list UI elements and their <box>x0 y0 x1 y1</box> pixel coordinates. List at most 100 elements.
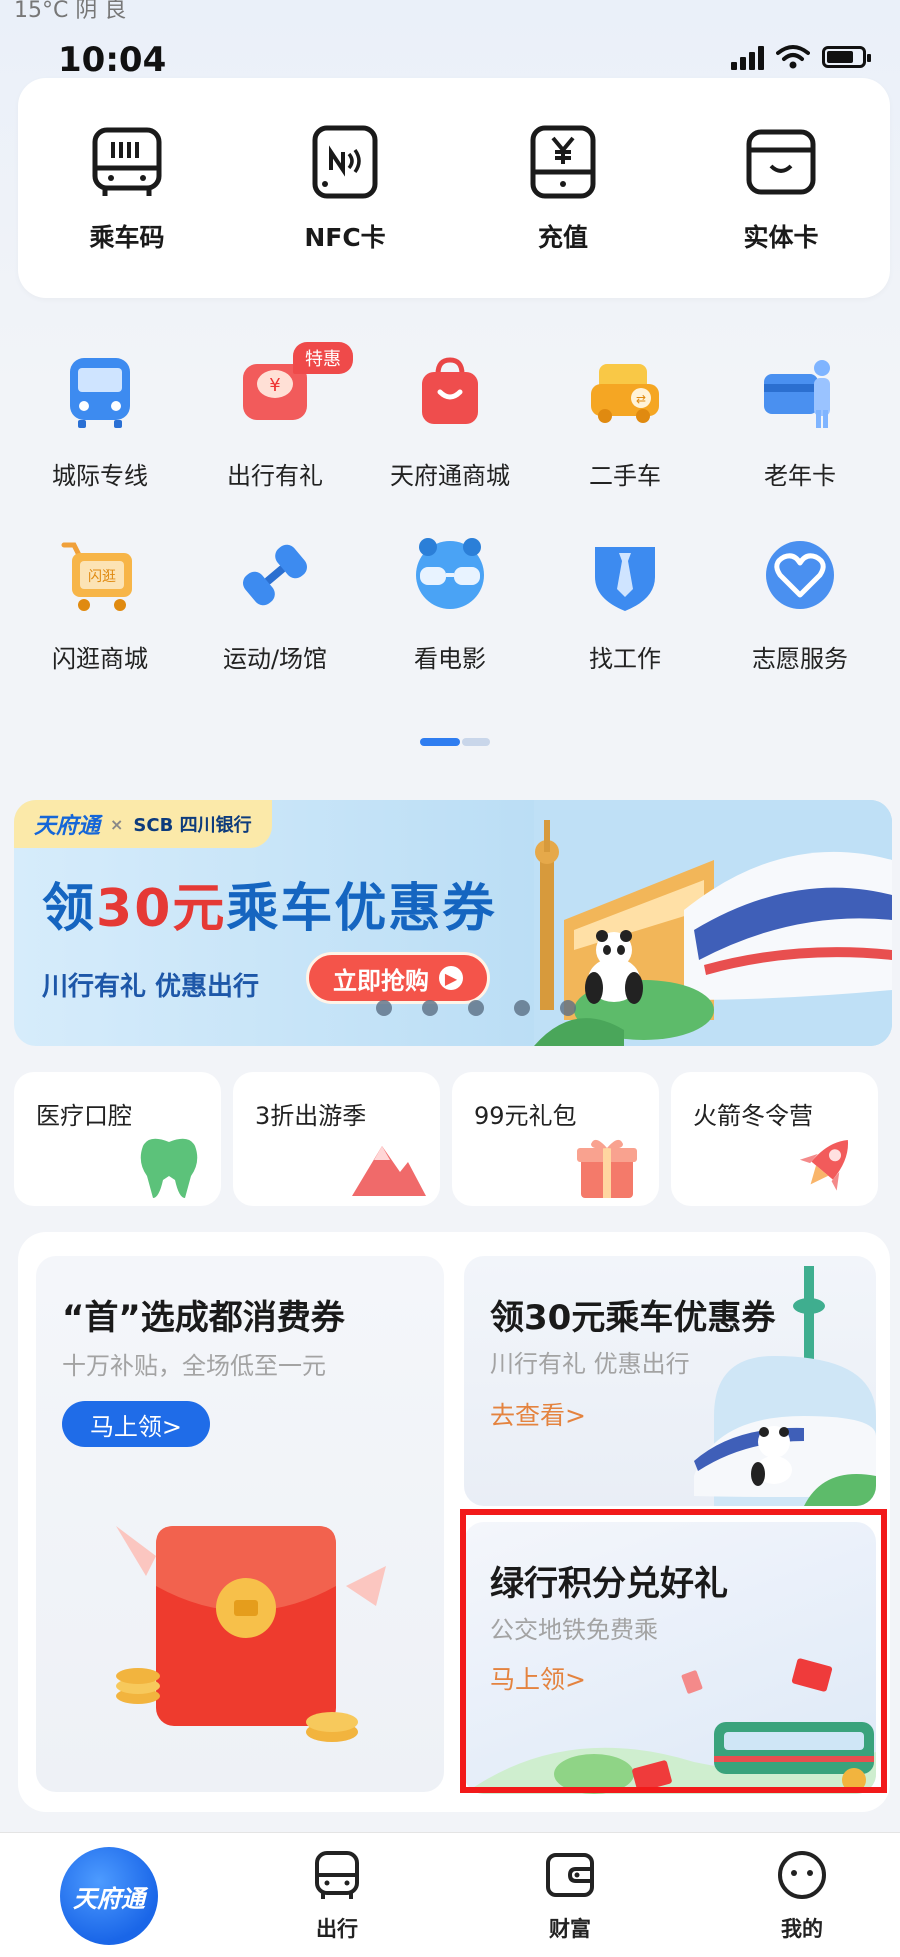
svg-text:⇄: ⇄ <box>636 392 646 406</box>
carousel-dot[interactable] <box>514 1000 530 1016</box>
claim-now-button[interactable]: 马上领> <box>62 1401 210 1447</box>
service-label: 二手车 <box>589 462 661 490</box>
dumbbell-icon <box>243 544 307 606</box>
service-label: 天府通商城 <box>390 462 510 490</box>
services-row: 闪逛 闪逛商城 运动/场馆 看电影 找工作 志愿服务 <box>0 533 900 674</box>
services-row: 城际专线 ¥ 特惠 出行有礼 天府通商城 ⇄ 二手车 老年卡 <box>0 342 900 491</box>
yuan-recharge-icon <box>530 125 596 199</box>
clock: 10:04 <box>58 40 167 80</box>
promo-title: “首”选成都消费券 <box>62 1298 345 1338</box>
category-gift-package[interactable]: 99元礼包 <box>452 1072 659 1206</box>
carousel-dot[interactable] <box>468 1000 484 1016</box>
service-label: 闪逛商城 <box>52 645 148 673</box>
subway-train-illustration <box>464 1658 876 1794</box>
service-label: 志愿服务 <box>752 645 848 673</box>
carousel-dot[interactable] <box>376 1000 392 1016</box>
promo-card-ride-coupon[interactable]: 领30元乘车优惠券 川行有礼 优惠出行 去查看> <box>464 1256 876 1506</box>
promo-title: 绿行积分兑好礼 <box>490 1564 728 1604</box>
banner-cobrand-tag: 天府通 × SCB 四川银行 <box>14 800 272 848</box>
service-tianfu-mall[interactable]: 天府通商城 <box>364 350 536 491</box>
signal-icon <box>731 44 764 70</box>
quick-actions-card: 乘车码 NFC卡 充值 实体卡 <box>18 78 890 298</box>
smiley-face-icon <box>778 1851 826 1899</box>
promo-card-green-points[interactable]: 绿行积分兑好礼 公交地铁免费乘 马上领> <box>464 1522 876 1794</box>
action-physical-card[interactable]: 实体卡 <box>691 122 871 254</box>
train-panda-illustration <box>534 800 892 1046</box>
promo-subtitle: 公交地铁免费乘 <box>490 1616 658 1644</box>
tab-travel[interactable]: 出行 <box>277 1847 397 1943</box>
grid-page-indicator <box>420 738 490 746</box>
service-senior-card[interactable]: 老年卡 <box>714 350 886 491</box>
page-dot-active <box>420 738 460 746</box>
wifi-icon <box>776 45 810 69</box>
page-dot <box>462 738 490 746</box>
tab-label: 财富 <box>549 1917 591 1941</box>
gift-box-icon <box>577 1139 637 1198</box>
promo-panel: “首”选成都消费券 十万补贴，全场低至一元 马上领> 领30元乘车优惠券 川行有… <box>18 1232 890 1812</box>
category-label: 3折出游季 <box>255 1102 367 1130</box>
category-label: 火箭冬令营 <box>693 1102 813 1130</box>
category-dental[interactable]: 医疗口腔 <box>14 1072 221 1206</box>
category-rocket-camp[interactable]: 火箭冬令营 <box>671 1072 878 1206</box>
heart-hand-icon <box>766 541 834 609</box>
cobrand-times: × <box>110 814 124 834</box>
title-suffix: 乘车优惠券 <box>226 879 497 939</box>
button-label: 立即抢购 <box>333 966 429 995</box>
action-ride-code[interactable]: 乘车码 <box>37 122 217 254</box>
services-grid: 城际专线 ¥ 特惠 出行有礼 天府通商城 ⇄ 二手车 老年卡 闪逛 闪逛商城 运… <box>0 342 900 716</box>
promo-card-consumer-voucher[interactable]: “首”选成都消费券 十万补贴，全场低至一元 马上领> <box>36 1256 444 1792</box>
wallet-card-icon <box>746 129 816 195</box>
category-label: 99元礼包 <box>474 1102 577 1130</box>
bus-qr-icon <box>92 127 162 196</box>
svg-text:闪逛: 闪逛 <box>88 569 116 585</box>
category-travel-discount[interactable]: 3折出游季 <box>233 1072 440 1206</box>
service-label: 城际专线 <box>52 462 148 490</box>
service-find-job[interactable]: 找工作 <box>539 533 711 674</box>
banner-title: 领30元乘车优惠券 <box>42 866 496 941</box>
service-movies[interactable]: 看电影 <box>364 533 536 674</box>
action-nfc-card[interactable]: NFC卡 <box>255 122 435 254</box>
view-link[interactable]: 去查看> <box>490 1396 586 1432</box>
rocket-icon <box>799 1139 848 1191</box>
grab-now-button[interactable]: 立即抢购 ▶ <box>306 952 490 1004</box>
svg-text:¥: ¥ <box>269 375 280 396</box>
service-label: 出行有礼 <box>227 462 323 490</box>
tooth-icon <box>140 1138 198 1198</box>
senior-card-icon <box>764 360 830 428</box>
service-travel-gift[interactable]: ¥ 特惠 出行有礼 <box>189 342 361 491</box>
category-label: 医疗口腔 <box>36 1102 132 1130</box>
service-intercity[interactable]: 城际专线 <box>14 350 186 491</box>
service-label: 运动/场馆 <box>222 645 328 673</box>
service-label: 看电影 <box>414 645 486 673</box>
action-label: 实体卡 <box>743 223 819 252</box>
promo-banner[interactable]: 天府通 × SCB 四川银行 领30元乘车优惠券 川行有礼 优惠出行 立即抢购 … <box>14 800 892 1046</box>
service-flash-mall[interactable]: 闪逛 闪逛商城 <box>14 533 186 674</box>
3d-glasses-icon <box>416 538 484 609</box>
status-icons <box>731 44 871 70</box>
action-label: NFC卡 <box>304 223 386 252</box>
tab-mine[interactable]: 我的 <box>742 1847 862 1943</box>
shopping-bag-icon <box>422 357 478 424</box>
tab-home[interactable]: 天府通 <box>60 1847 158 1945</box>
special-offer-badge: 特惠 <box>293 342 353 374</box>
action-label: 充值 <box>537 223 588 252</box>
bottom-tab-bar: 天府通 出行 财富 我的 <box>0 1832 900 1957</box>
service-sports-venue[interactable]: 运动/场馆 <box>189 533 361 674</box>
partner-bank-logo: SCB 四川银行 <box>133 815 252 836</box>
service-label: 老年卡 <box>764 462 836 490</box>
service-used-car[interactable]: ⇄ 二手车 <box>539 350 711 491</box>
weather-text: 15°C 阴 良 <box>14 0 127 23</box>
action-recharge[interactable]: 充值 <box>473 122 653 254</box>
category-cards: 医疗口腔 3折出游季 99元礼包 火箭冬令营 <box>14 1072 900 1206</box>
nfc-card-icon <box>312 125 378 199</box>
banner-subtitle: 川行有礼 优惠出行 <box>42 972 260 1002</box>
status-bar: 15°C 阴 良 10:04 <box>0 0 900 80</box>
tab-wealth[interactable]: 财富 <box>510 1847 630 1943</box>
used-car-icon: ⇄ <box>591 364 659 423</box>
battery-icon <box>822 46 871 68</box>
carousel-dot[interactable] <box>422 1000 438 1016</box>
carousel-dot[interactable] <box>560 1000 576 1016</box>
mountain-icon <box>352 1146 426 1196</box>
title-prefix: 领 <box>42 879 97 939</box>
service-volunteer[interactable]: 志愿服务 <box>714 533 886 674</box>
